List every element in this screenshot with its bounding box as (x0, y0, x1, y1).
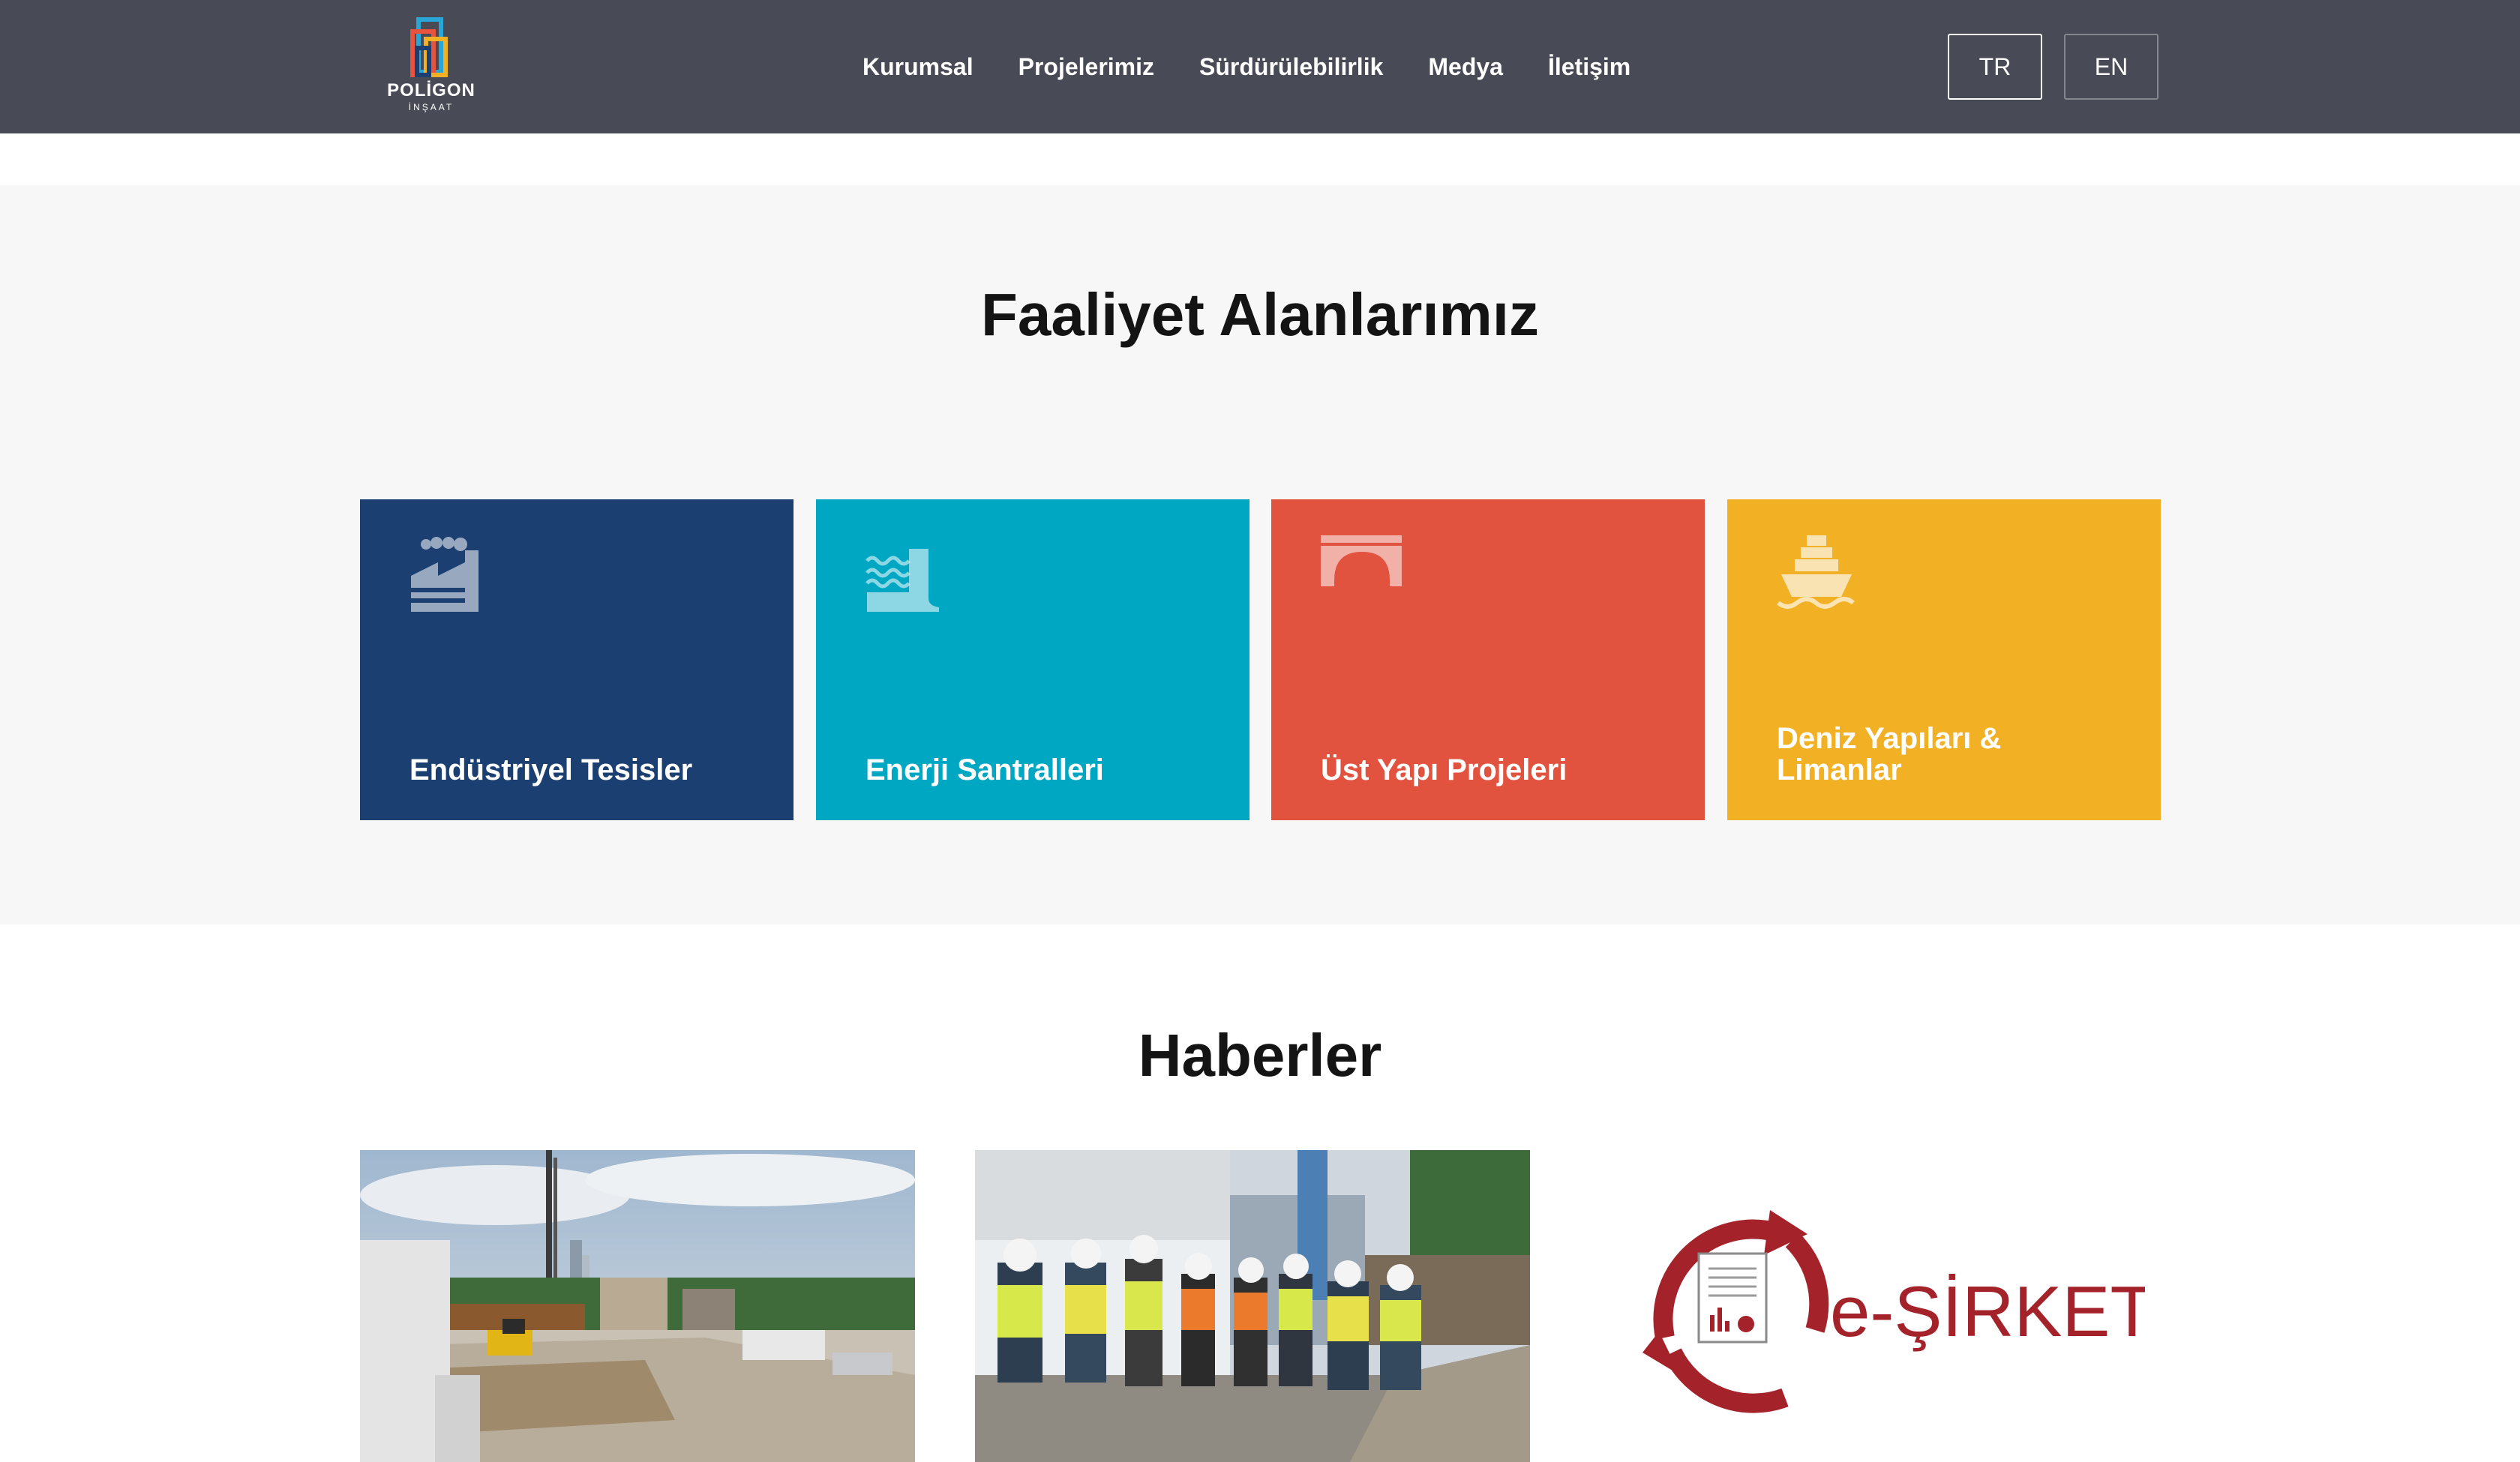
news-title: Haberler (1138, 1022, 1382, 1089)
language-tr-button[interactable]: TR (1948, 34, 2042, 100)
site-header: POLİGON İNŞAAT Kurumsal Projelerimiz Sür… (0, 0, 2520, 133)
e-sirket-logo-text: e-ŞİRKET (1830, 1272, 2145, 1352)
nav-iletisim[interactable]: İletişim (1548, 52, 1630, 82)
e-sirket-logo: e-ŞİRKET (1642, 1210, 2145, 1413)
main-nav: Kurumsal Projelerimiz Sürdürülebilirlik … (862, 0, 1676, 133)
card-endustriyel-tesisler[interactable]: Endüstriyel Tesisler (360, 499, 794, 820)
card-deniz-yapilari-limanlar[interactable]: Deniz Yapıları & Limanlar (1727, 499, 2161, 820)
news-item-construction-photo[interactable] (360, 1150, 915, 1462)
activities-section: Faaliyet Alanlarımız Endüstriyel Tesisle… (0, 185, 2520, 924)
logo-name: POLİGON (387, 80, 476, 100)
card-label: Endüstriyel Tesisler (410, 753, 693, 786)
card-label: Enerji Santralleri (866, 753, 1104, 786)
activities-title: Faaliyet Alanlarımız (981, 281, 1539, 348)
nav-projelerimiz[interactable]: Projelerimiz (1018, 52, 1154, 82)
poligon-logo[interactable]: POLİGON İNŞAAT (381, 15, 482, 117)
construction-site-photo (360, 1150, 915, 1462)
card-enerji-santralleri[interactable]: Enerji Santralleri (816, 499, 1250, 820)
language-en-button[interactable]: EN (2064, 34, 2158, 100)
bridge-arch-icon (1321, 535, 1402, 586)
logo-subtitle: İNŞAAT (408, 102, 454, 112)
poligon-logo-mark (410, 17, 448, 77)
news-item-e-sirket[interactable]: e-ŞİRKET (1590, 1150, 2145, 1462)
dam-water-icon (866, 549, 939, 612)
nav-medya[interactable]: Medya (1428, 52, 1503, 82)
card-label: Üst Yapı Projeleri (1321, 753, 1568, 786)
nav-kurumsal[interactable]: Kurumsal (862, 52, 974, 82)
factory-icon (411, 537, 478, 612)
nav-surdurulebilirlik[interactable]: Sürdürülebilirlik (1199, 52, 1383, 82)
news-item-workers-photo[interactable] (975, 1150, 1530, 1462)
card-label: Deniz Yapıları & Limanlar (1777, 722, 2002, 786)
workers-meeting-photo (975, 1150, 1530, 1462)
card-ust-yapi-projeleri[interactable]: Üst Yapı Projeleri (1271, 499, 1705, 820)
ship-icon (1777, 535, 1855, 609)
